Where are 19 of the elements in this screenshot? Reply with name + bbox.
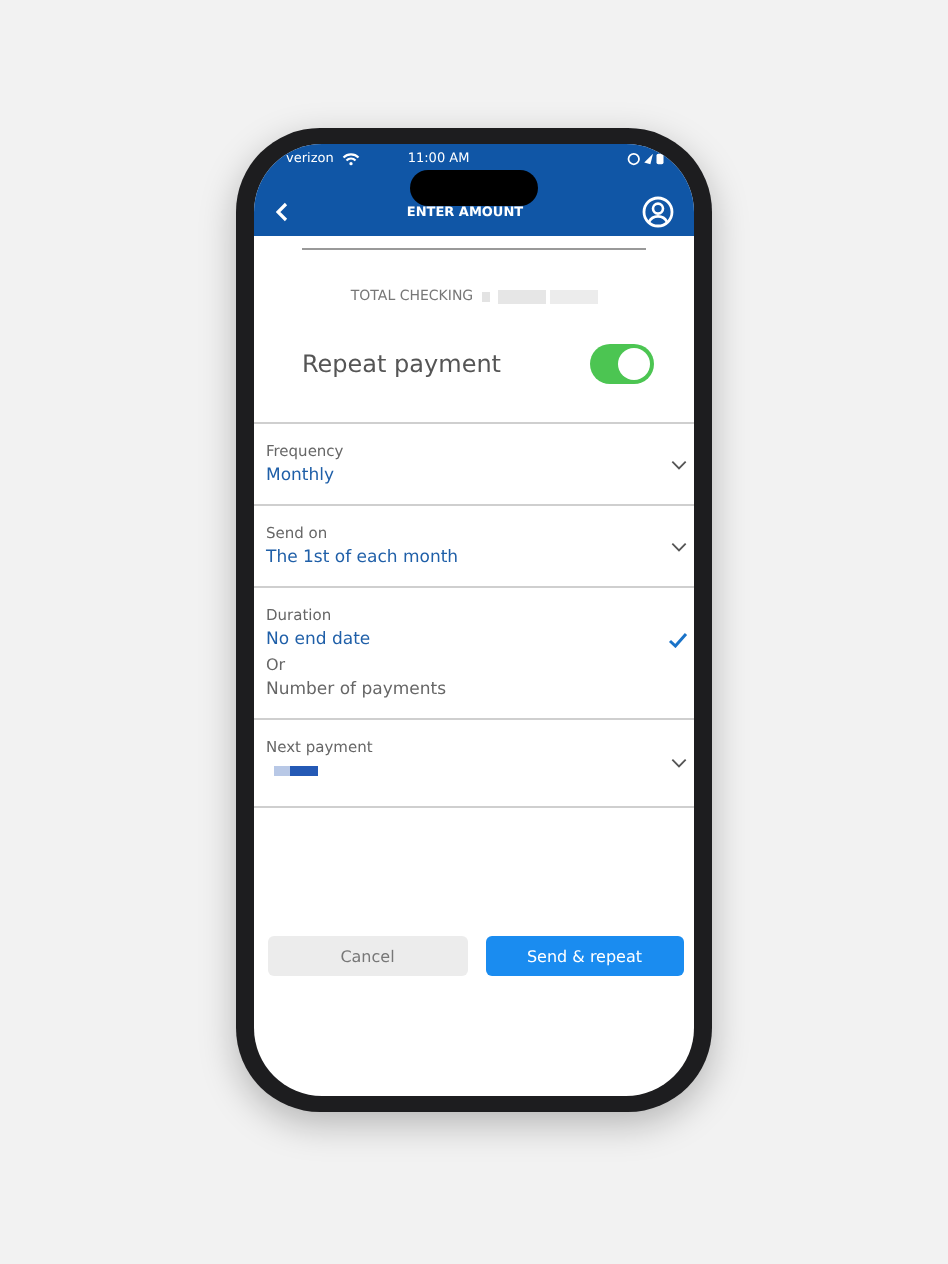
send-repeat-button[interactable]: Send & repeat [485, 936, 684, 976]
duration-option[interactable]: Number of payments [266, 680, 447, 700]
repeat-payment-label: Repeat payment [302, 350, 502, 378]
check-icon [668, 632, 688, 648]
or-label: Or [266, 656, 288, 674]
status-icons [626, 151, 666, 165]
profile-icon[interactable] [641, 196, 674, 228]
field-value: The 1st of each month [266, 548, 461, 568]
chevron-down-icon[interactable] [670, 459, 688, 469]
wifi-icon [341, 151, 360, 165]
chevron-down-icon[interactable] [670, 541, 688, 551]
duration-option[interactable]: No end date [266, 630, 371, 650]
repeat-toggle[interactable] [590, 344, 654, 384]
cancel-button[interactable]: Cancel [268, 936, 467, 976]
back-icon[interactable] [276, 202, 288, 222]
field-value: Monthly [266, 466, 337, 486]
camera-island [410, 170, 538, 206]
masked-account-drawing [481, 289, 598, 303]
chevron-down-icon[interactable] [670, 758, 688, 768]
